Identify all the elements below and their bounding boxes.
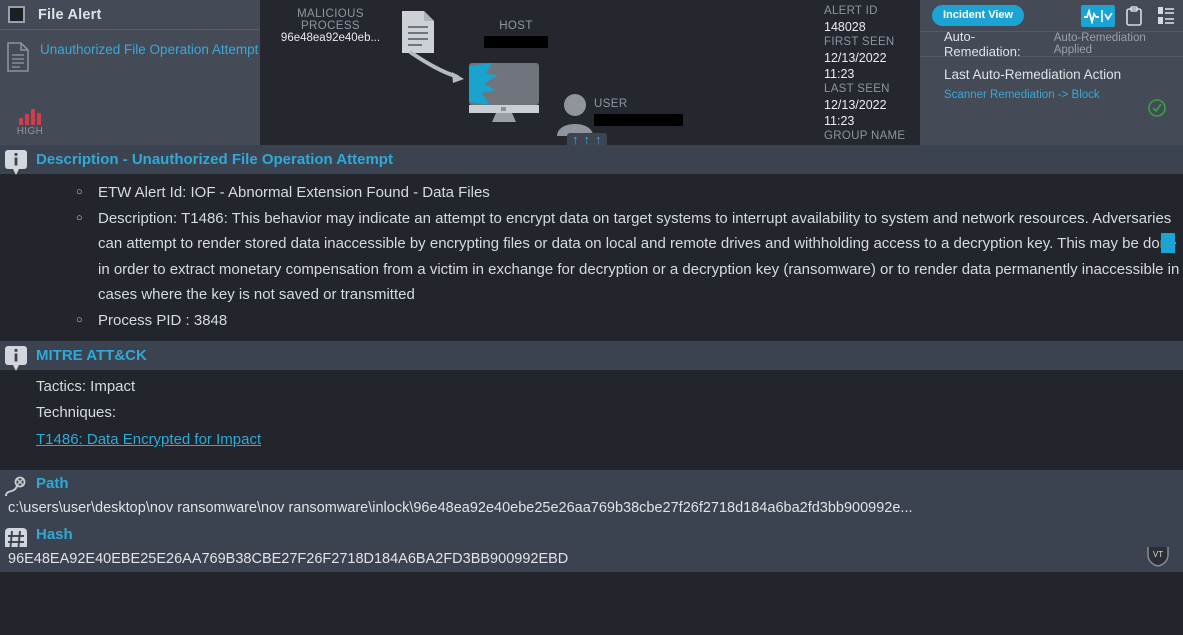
- alert-type-title: File Alert: [38, 6, 102, 23]
- top-summary-zone: File Alert Unauthorized File Operation A…: [0, 0, 1183, 159]
- mitre-body: Tactics: Impact Techniques: T1486: Data …: [0, 370, 1183, 470]
- meta-key-group-name: GROUP NAME: [824, 130, 906, 142]
- remediation-panel: Incident View Auto-Remediation: Auto-Rem…: [920, 0, 1183, 145]
- alert-summary-card: File Alert Unauthorized File Operation A…: [0, 0, 260, 145]
- incident-view-button[interactable]: Incident View: [932, 5, 1025, 26]
- mitre-section: MITRE ATT&CK Tactics: Impact Techniques:…: [0, 341, 1183, 470]
- severity-indicator: HIGH: [7, 108, 53, 137]
- list-item: Description: T1486: This behavior may in…: [76, 206, 1183, 308]
- description-scrollbar-thumb[interactable]: [1161, 233, 1175, 253]
- mitre-tactics: Tactics: Impact: [36, 378, 136, 395]
- file-document-icon: [400, 10, 436, 54]
- check-circle-icon: [1148, 99, 1166, 117]
- alert-card-body: Unauthorized File Operation Attempt: [0, 30, 260, 72]
- malicious-process-value: 96e48ea92e40eb...: [280, 32, 381, 44]
- malicious-process-label: MALICIOUS PROCESS: [297, 8, 364, 32]
- severity-bars-icon: [7, 108, 53, 125]
- host-label: HOST: [499, 20, 533, 32]
- alert-metadata: ALERT ID 148028 FIRST SEEN 12/13/2022 11…: [810, 0, 920, 159]
- meta-key-alert-id: ALERT ID: [824, 5, 878, 17]
- user-value-redacted: WIN-Tbpd3Buser: [594, 114, 683, 126]
- meta-key-first-seen: FIRST SEEN: [824, 36, 895, 48]
- alert-title-row: File Alert: [0, 0, 260, 30]
- list-item: ETW Alert Id: IOF - Abnormal Extension F…: [76, 180, 1183, 206]
- list-item: Process PID : 3848: [76, 308, 1183, 334]
- severity-label: HIGH: [16, 126, 44, 137]
- alert-select-checkbox[interactable]: [8, 6, 25, 23]
- description-title: Description - Unauthorized File Operatio…: [36, 151, 393, 168]
- description-list: ETW Alert Id: IOF - Abnormal Extension F…: [36, 174, 1183, 341]
- malicious-process-node: MALICIOUS PROCESS 96e48ea92e40eb...: [268, 8, 393, 44]
- last-remediation-block: Last Auto-Remediation Action Scanner Rem…: [920, 57, 1183, 101]
- alert-detail-page: File Alert Unauthorized File Operation A…: [0, 0, 1183, 635]
- host-value-redacted: Win-185B99: [484, 36, 548, 48]
- svg-text:VT: VT: [1153, 550, 1163, 559]
- virustotal-shield-icon[interactable]: VT: [1145, 547, 1171, 568]
- meta-value-first-seen: 12/13/2022 11:23: [824, 51, 887, 81]
- hash-value[interactable]: 96E48EA92E40EBE25E26AA769B38CBE27F26F271…: [0, 547, 1183, 572]
- path-header: Path: [0, 470, 1183, 496]
- info-bubble-icon: [4, 345, 28, 371]
- remediation-toolbar: Incident View: [920, 0, 1183, 31]
- auto-remediation-label: Auto-Remediation:: [944, 29, 1021, 59]
- mitre-technique-link[interactable]: T1486: Data Encrypted for Impact: [36, 426, 261, 454]
- path-section: Path c:\users\user\desktop\nov ransomwar…: [0, 470, 1183, 521]
- toolbar-icons: [1081, 4, 1179, 27]
- hash-title: Hash: [36, 525, 73, 543]
- mitre-header: MITRE ATT&CK: [0, 341, 1183, 370]
- description-section: Description - Unauthorized File Operatio…: [0, 145, 1183, 341]
- user-node: USER WIN-Tbpd3Buser: [594, 98, 683, 128]
- meta-value-alert-id: 148028: [824, 20, 866, 34]
- meta-key-last-seen: LAST SEEN: [824, 83, 890, 95]
- path-title: Path: [36, 474, 69, 492]
- hash-section: Hash 96E48EA92E40EBE25E26AA769B38CBE27F2…: [0, 521, 1183, 572]
- auto-remediation-row: Auto-Remediation: Auto-Remediation Appli…: [920, 29, 1183, 59]
- clipboard-icon[interactable]: [1121, 5, 1147, 27]
- document-icon: [6, 42, 30, 72]
- hash-header: Hash: [0, 521, 1183, 547]
- mitre-title: MITRE ATT&CK: [36, 347, 147, 364]
- attack-flow-diagram: MALICIOUS PROCESS 96e48ea92e40eb... HOST…: [260, 0, 810, 148]
- curved-arrow-icon: [408, 50, 470, 90]
- description-body: ETW Alert Id: IOF - Abnormal Extension F…: [0, 174, 1183, 341]
- alert-name-link[interactable]: Unauthorized File Operation Attempt: [40, 40, 258, 72]
- path-value[interactable]: c:\users\user\desktop\nov ransomware\nov…: [0, 496, 1183, 521]
- host-node: HOST Win-185B99: [456, 20, 576, 50]
- last-remediation-title: Last Auto-Remediation Action: [944, 67, 1122, 82]
- user-avatar-icon: [556, 92, 594, 136]
- user-label: USER: [594, 98, 628, 110]
- description-header: Description - Unauthorized File Operatio…: [0, 145, 1183, 174]
- list-view-icon[interactable]: [1153, 5, 1179, 27]
- activity-chart-icon[interactable]: [1081, 4, 1115, 27]
- desktop-monitor-icon: [468, 62, 540, 124]
- meta-value-last-seen: 12/13/2022 11:23: [824, 98, 887, 128]
- info-bubble-icon: [4, 149, 28, 175]
- mitre-techniques-label: Techniques:: [36, 404, 117, 421]
- auto-remediation-value: Auto-Remediation Applied: [1053, 32, 1146, 56]
